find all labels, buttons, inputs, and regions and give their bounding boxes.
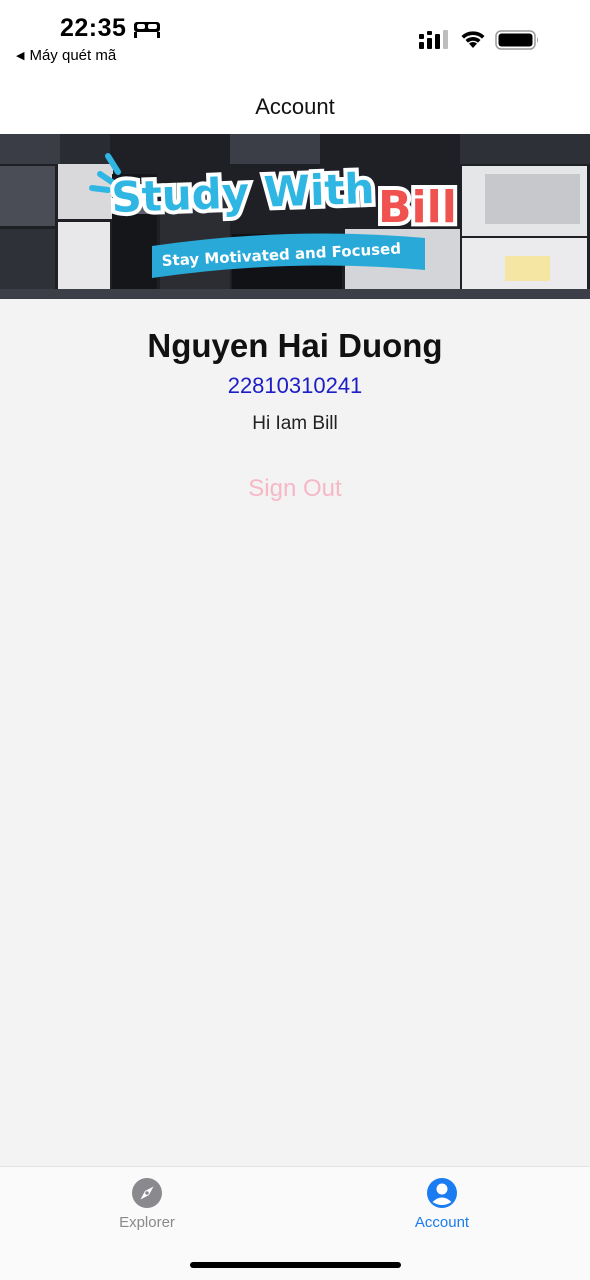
status-time: 22:35	[60, 14, 127, 42]
bed-icon	[134, 22, 160, 38]
person-circle-icon	[427, 1178, 457, 1208]
banner-title-part2: Bill	[378, 182, 457, 233]
student-id: 22810310241	[227, 373, 363, 398]
user-name: Nguyen Hai Duong	[147, 327, 443, 364]
back-triangle-icon: ◀	[16, 50, 25, 62]
wifi-icon	[461, 31, 485, 48]
cellular-signal-icon	[419, 30, 448, 49]
battery-icon	[495, 30, 538, 50]
tab-explorer[interactable]: Explorer	[77, 1177, 217, 1231]
status-bar: 22:35 ◀ Máy quét mã	[0, 0, 590, 72]
banner-artwork: Study With Bill Stay Motivated and Focus…	[0, 134, 590, 299]
back-to-app-button[interactable]: ◀ Máy quét mã	[16, 47, 116, 64]
page-title: Account	[255, 94, 335, 119]
banner-title-part1: Study With	[111, 164, 376, 222]
back-app-label: Máy quét mã	[29, 47, 117, 64]
compass-icon	[132, 1178, 162, 1208]
tab-explorer-label: Explorer	[119, 1214, 175, 1231]
user-bio: Hi Iam Bill	[252, 413, 338, 434]
sign-out-button[interactable]: Sign Out	[220, 475, 370, 503]
top-area: 22:35 ◀ Máy quét mã Account	[0, 0, 590, 134]
tab-account-label: Account	[414, 1214, 470, 1231]
navigation-bar: Account	[0, 86, 590, 130]
tab-account[interactable]: Account	[372, 1177, 512, 1231]
profile-banner: Study With Bill Stay Motivated and Focus…	[0, 134, 590, 299]
home-indicator	[190, 1262, 401, 1268]
